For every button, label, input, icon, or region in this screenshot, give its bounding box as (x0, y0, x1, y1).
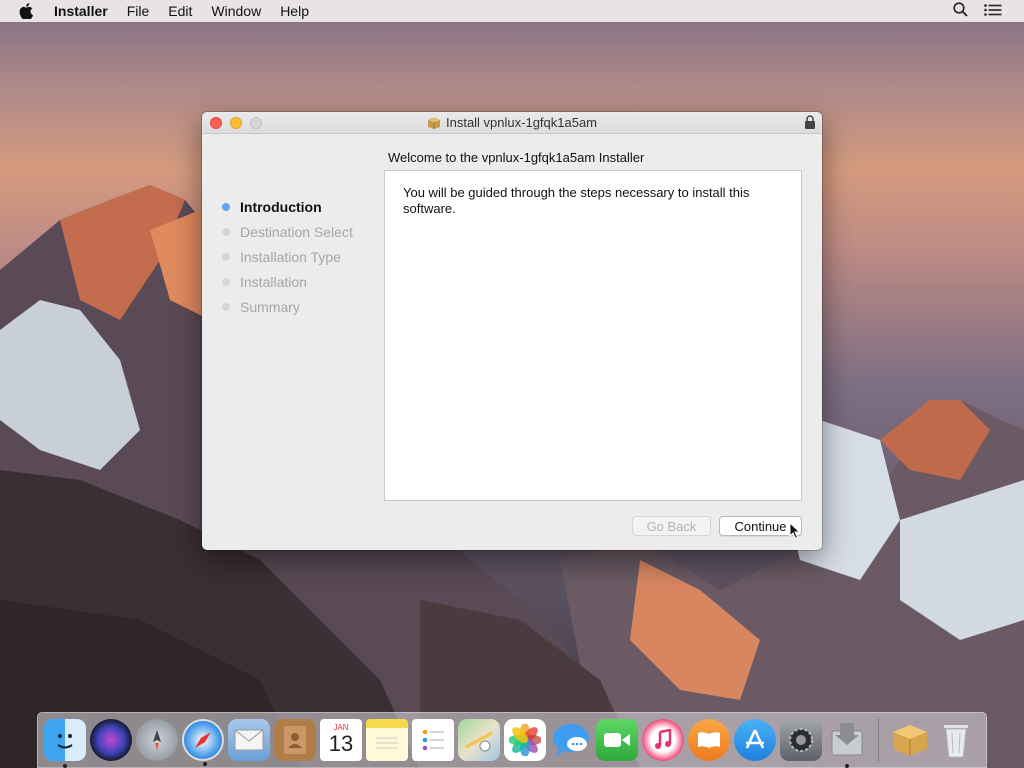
reminders-icon[interactable] (412, 719, 454, 761)
introduction-content: You will be guided through the steps nec… (384, 170, 802, 501)
safari-icon[interactable] (182, 719, 224, 766)
installer-window: Install vpnlux-1gfqk1a5am Welcome to the… (202, 112, 822, 550)
calendar-icon[interactable]: JAN 13 (320, 719, 362, 761)
notes-icon[interactable] (366, 719, 408, 761)
package-icon[interactable] (889, 719, 931, 761)
ibooks-icon[interactable] (688, 719, 730, 761)
window-titlebar[interactable]: Install vpnlux-1gfqk1a5am (202, 112, 822, 134)
close-button[interactable] (210, 117, 222, 129)
step-installation: Installation (222, 269, 353, 294)
introduction-text: You will be guided through the steps nec… (403, 185, 750, 216)
installer-heading: Welcome to the vpnlux-1gfqk1a5am Install… (388, 150, 645, 165)
running-indicator (203, 762, 207, 766)
lock-icon[interactable] (804, 115, 816, 133)
step-label: Installation (240, 273, 307, 290)
calendar-day: 13 (328, 730, 354, 756)
notification-center-icon[interactable] (984, 3, 1002, 19)
step-installation-type: Installation Type (222, 244, 353, 269)
itunes-icon[interactable] (642, 719, 684, 761)
minimize-button[interactable] (230, 117, 242, 129)
step-introduction: Introduction (222, 194, 353, 219)
step-indicator-icon (222, 302, 230, 311)
contacts-icon[interactable] (274, 719, 316, 761)
go-back-button[interactable]: Go Back (632, 516, 711, 536)
installer-icon[interactable] (826, 719, 868, 768)
mouse-cursor-icon (789, 521, 801, 545)
installer-steps: Introduction Destination Select Installa… (222, 194, 353, 319)
step-summary: Summary (222, 294, 353, 319)
dock: JAN 13 (37, 712, 987, 768)
apple-menu-icon[interactable] (19, 3, 37, 19)
step-indicator-icon (222, 227, 230, 236)
step-label: Destination Select (240, 223, 353, 240)
step-destination-select: Destination Select (222, 219, 353, 244)
package-icon (427, 117, 441, 129)
step-label: Installation Type (240, 248, 341, 265)
spotlight-search-icon[interactable] (953, 2, 968, 20)
zoom-button[interactable] (250, 117, 262, 129)
dock-separator (878, 718, 879, 762)
step-indicator-icon (222, 202, 230, 211)
trash-icon[interactable] (935, 719, 977, 761)
launchpad-icon[interactable] (136, 719, 178, 761)
menu-edit[interactable]: Edit (168, 3, 192, 19)
mail-icon[interactable] (228, 719, 270, 761)
step-label: Introduction (240, 198, 322, 215)
finder-icon[interactable] (44, 719, 86, 768)
step-indicator-icon (222, 277, 230, 286)
step-indicator-icon (222, 252, 230, 261)
menu-file[interactable]: File (127, 3, 150, 19)
siri-icon[interactable] (90, 719, 132, 761)
menu-app-installer[interactable]: Installer (54, 3, 108, 19)
messages-icon[interactable] (550, 719, 592, 761)
menu-bar: Installer File Edit Window Help (0, 0, 1024, 22)
photos-icon[interactable] (504, 719, 546, 761)
running-indicator (63, 764, 67, 768)
step-label: Summary (240, 298, 300, 315)
system-preferences-icon[interactable] (780, 719, 822, 761)
running-indicator (845, 764, 849, 768)
facetime-icon[interactable] (596, 719, 638, 761)
menu-help[interactable]: Help (280, 3, 309, 19)
menu-window[interactable]: Window (211, 3, 261, 19)
window-title: Install vpnlux-1gfqk1a5am (445, 115, 598, 130)
app-store-icon[interactable] (734, 719, 776, 761)
maps-icon[interactable] (458, 719, 500, 761)
